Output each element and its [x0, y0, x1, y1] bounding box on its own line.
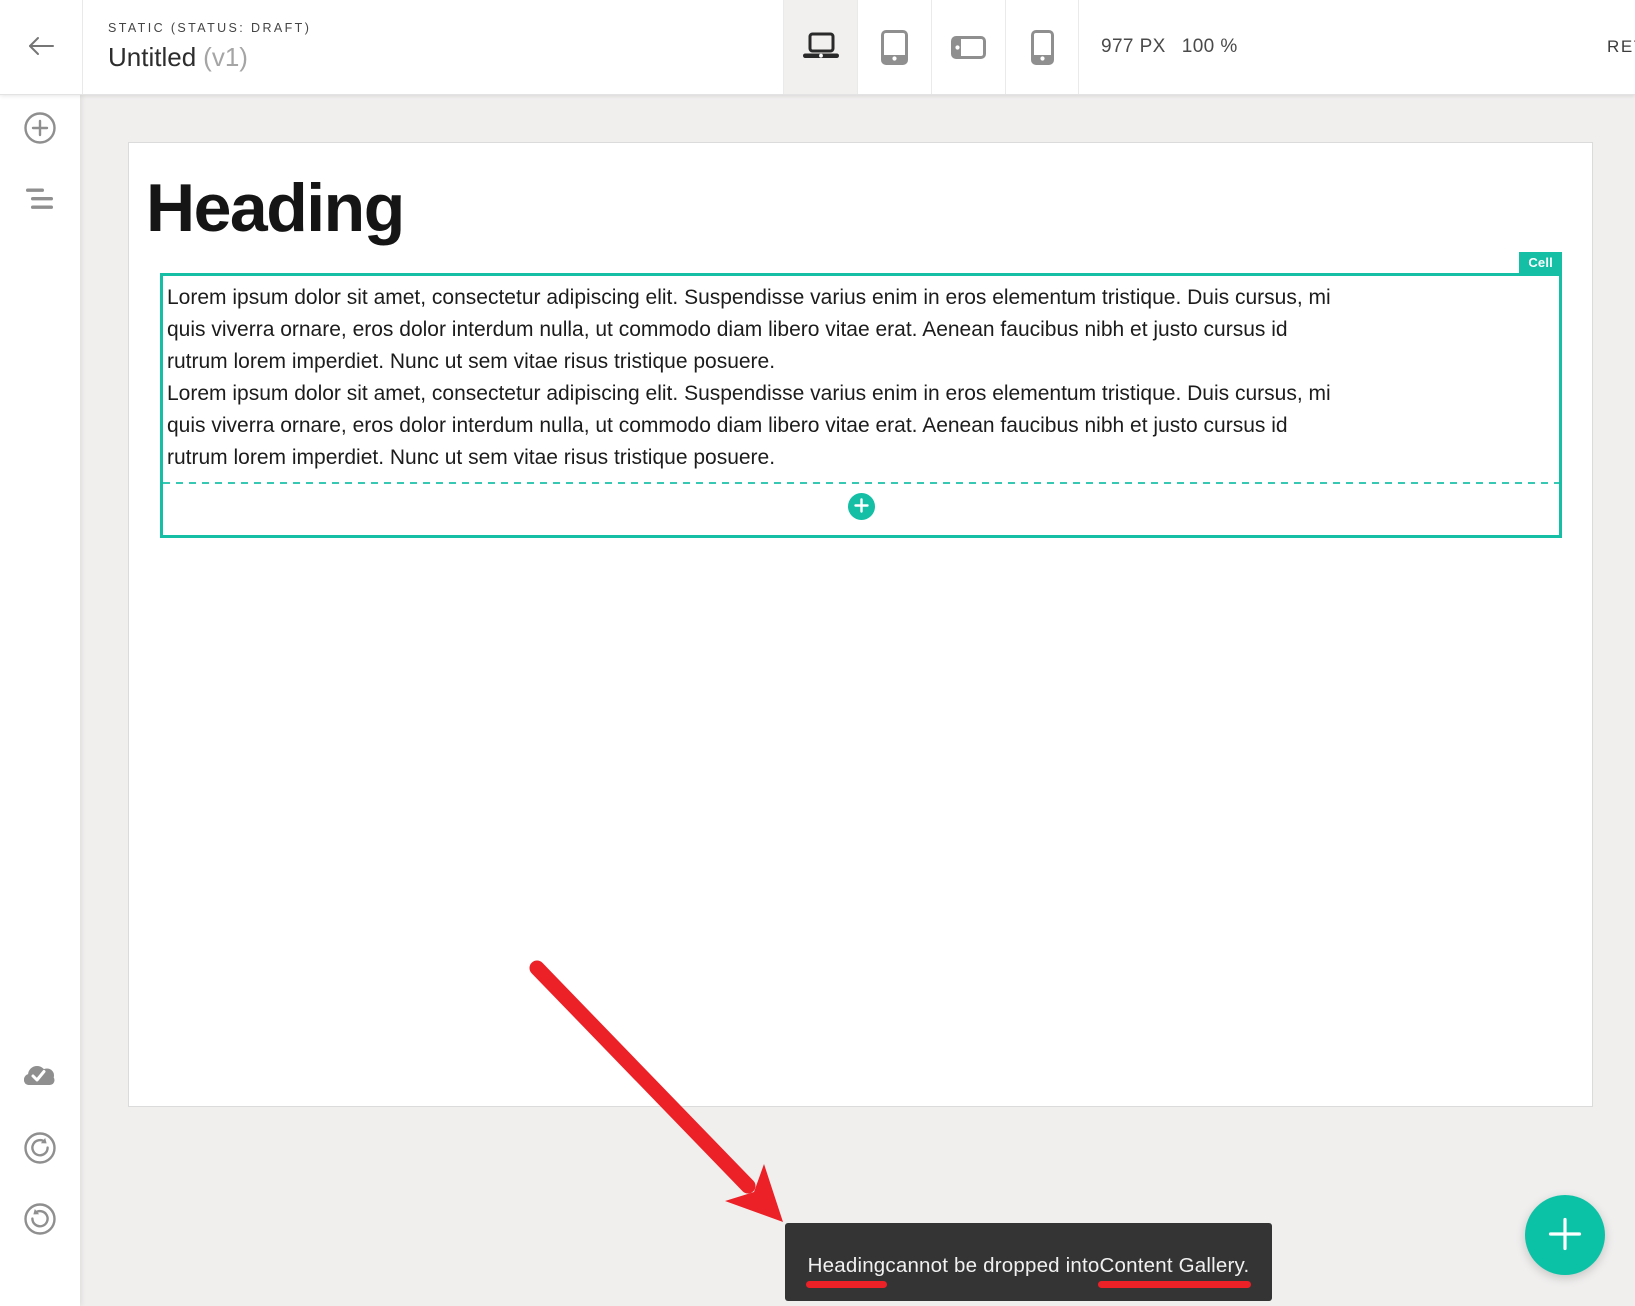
device-preview-bar — [783, 0, 1079, 94]
undo-icon — [22, 1130, 58, 1169]
page-title: Untitled(v1) — [108, 42, 311, 73]
cloud-check-icon — [20, 1062, 60, 1095]
back-arrow-icon — [26, 34, 56, 61]
cell-badge: Cell — [1519, 252, 1562, 273]
save-status-indicator — [0, 1043, 80, 1114]
viewport-width-value: 977 PX — [1101, 36, 1166, 58]
paragraph: Lorem ipsum dolor sit amet, consectetur … — [167, 282, 1555, 378]
viewport-info: 977 PX 100 % — [1101, 0, 1238, 94]
plus-circle-icon — [22, 110, 58, 149]
outline-icon — [25, 187, 55, 214]
drag-feedback-tooltip: Heading cannot be dropped into Content G… — [785, 1223, 1272, 1301]
device-desktop-button[interactable] — [783, 0, 857, 94]
back-button[interactable] — [0, 0, 82, 94]
zoom-level-value: 100 % — [1182, 36, 1238, 58]
add-widget-button[interactable] — [0, 94, 80, 165]
phone-icon — [1031, 30, 1054, 65]
tooltip-message: Heading cannot be dropped into Content G… — [785, 1254, 1272, 1278]
document-title-block: STATIC (STATUS: DRAFT) Untitled(v1) — [108, 21, 311, 73]
device-tablet-portrait-button[interactable] — [857, 0, 931, 94]
heading-widget[interactable]: Heading — [146, 174, 1592, 242]
tooltip-segment-gallery: Content Gallery. — [1100, 1254, 1250, 1278]
left-toolbar-bottom — [0, 1043, 80, 1256]
plus-icon — [1548, 1217, 1582, 1254]
header-divider — [82, 0, 83, 94]
add-widget-in-cell-button[interactable] — [848, 493, 875, 520]
rich-text-widget: Lorem ipsum dolor sit amet, consectetur … — [163, 276, 1559, 474]
content-outline-button[interactable] — [0, 165, 80, 236]
left-toolbar — [0, 94, 80, 1306]
tooltip-segment-middle: cannot be dropped into — [885, 1254, 1099, 1278]
paragraph: Lorem ipsum dolor sit amet, consectetur … — [167, 378, 1555, 474]
tablet-landscape-icon — [951, 36, 986, 59]
redo-icon — [22, 1201, 58, 1240]
laptop-icon — [801, 32, 841, 62]
device-tablet-landscape-button[interactable] — [931, 0, 1005, 94]
redo-button[interactable] — [0, 1185, 80, 1256]
device-mobile-button[interactable] — [1005, 0, 1079, 94]
page-canvas: Heading Cell Lorem ipsum dolor sit amet,… — [128, 142, 1593, 1107]
add-section-fab[interactable] — [1525, 1195, 1605, 1275]
selected-cell[interactable]: Cell Lorem ipsum dolor sit amet, consect… — [160, 273, 1562, 538]
tablet-icon — [881, 30, 908, 65]
undo-button[interactable] — [0, 1114, 80, 1185]
top-bar: STATIC (STATUS: DRAFT) Untitled(v1) — [0, 0, 1635, 95]
page-version: (v1) — [203, 42, 248, 72]
tooltip-segment-heading: Heading — [808, 1254, 886, 1278]
page-status-label: STATIC (STATUS: DRAFT) — [108, 21, 311, 35]
plus-icon — [854, 498, 869, 516]
revert-button[interactable]: RET — [1607, 0, 1635, 94]
drop-target-indicator — [163, 482, 1559, 484]
